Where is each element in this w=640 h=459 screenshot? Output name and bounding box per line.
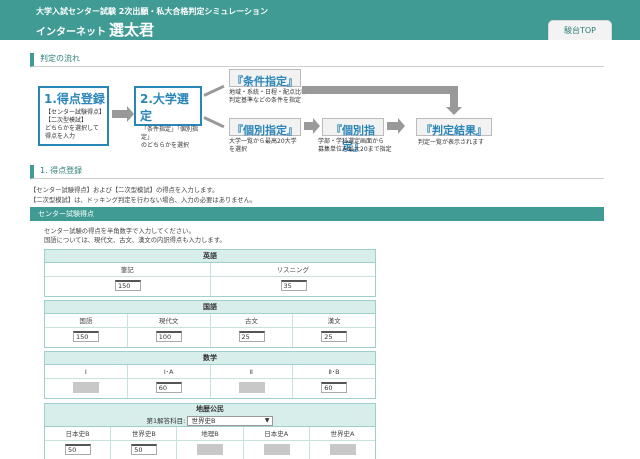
classical-japanese-input[interactable]: 25	[238, 331, 265, 342]
flow-arrow-head	[446, 107, 462, 115]
step1-line: 得点を入力	[45, 133, 76, 140]
classical-chinese-input[interactable]: 25	[321, 331, 348, 342]
individual-spec2-line: 学部・学科選定画面から	[318, 138, 385, 145]
world-history-a-label: 世界史A	[309, 427, 375, 441]
flow-arrow-head	[398, 118, 405, 134]
japanese-total-input[interactable]: 150	[73, 331, 99, 342]
flow-arrow-down	[450, 86, 458, 108]
geography-b-label: 地理B	[177, 427, 243, 441]
classical-japanese-label: 古文	[210, 314, 293, 328]
japanese-history-a-input	[263, 444, 290, 455]
social-studies-table: 地歴公民 第1解答科目: 世界史B ▼ 日本史B 50 世界史B 50 地理B 日本史…	[44, 403, 376, 459]
first-subject-label: 第1解答科目:	[146, 417, 186, 425]
english-writing-input[interactable]: 150	[115, 280, 141, 291]
math-1-input	[73, 382, 99, 393]
english-writing-col: 筆記 150	[45, 263, 211, 296]
classical-chinese-label: 漢文	[293, 314, 375, 328]
flow-arrow-head	[127, 106, 134, 122]
step2-text: 「条件指定」「個別指定」 のどちらかを選択	[141, 126, 200, 150]
social-caption: 地歴公民	[45, 404, 375, 415]
flow-arrow-long	[302, 86, 458, 94]
instruction-1: センター試験の得点を半角数字で入力してください。	[44, 228, 195, 235]
japanese-caption: 国語	[45, 301, 375, 314]
first-subject-select[interactable]: 世界史B ▼	[187, 416, 274, 426]
result-line: 判定一覧が表示されます	[418, 139, 485, 146]
japanese-history-a-label: 日本史A	[243, 427, 309, 441]
app-header: 大学入試センター試験 2次出願・私大合格判定シミュレーション インターネット 選太…	[0, 0, 640, 40]
english-table: 英語 筆記 150 リスニング 35	[44, 249, 376, 297]
step2-title: 2.大学選定	[140, 92, 189, 123]
english-listening-label: リスニング	[210, 263, 375, 277]
japanese-total-label: 国語	[45, 314, 127, 328]
modern-japanese-input[interactable]: 100	[155, 331, 182, 342]
english-caption: 英語	[45, 250, 375, 263]
individual-spec2-box: 『個別指定』	[322, 118, 384, 153]
math-1-label: Ⅰ	[45, 365, 127, 379]
step-score-entry: 1.得点登録 【センター試験得点】 【二次型模試】 どちらかを選択して 得点を入…	[38, 86, 109, 146]
step1-line: 【二次型模試】	[45, 117, 88, 124]
result-title: 『判定結果』	[421, 124, 487, 137]
japanese-history-b-label: 日本史B	[45, 427, 111, 441]
math-table: 数学 Ⅰ Ⅰ･A 60 Ⅱ Ⅱ･B 60	[44, 351, 376, 399]
japanese-table: 国語 国語 150 現代文 100 古文 25 漢文 25	[44, 300, 376, 348]
flow-arrow	[112, 110, 128, 118]
flow-heading: 判定の流れ	[30, 53, 604, 67]
world-history-b-label: 世界史B	[111, 427, 177, 441]
step1-line: どちらかを選択して	[45, 125, 99, 132]
app-title: インターネット 選太君	[36, 19, 154, 40]
branch-arrow-down	[203, 116, 225, 129]
math-2-label: Ⅱ	[210, 365, 293, 379]
math-2-input	[238, 382, 265, 393]
condition-spec-box: 『条件指定』	[229, 69, 301, 88]
condition-spec-line: 判定基準などの条件を指定	[229, 97, 302, 104]
world-history-b-input[interactable]: 50	[131, 444, 158, 455]
score-note-2: 【二次型模試】は、ドッキング判定を行わない場合、入力の必要はありません。	[30, 197, 257, 204]
japanese-history-b-input[interactable]: 50	[65, 444, 91, 455]
individual-spec-title: 『個別指定』	[232, 124, 298, 137]
english-listening-input[interactable]: 35	[280, 280, 307, 291]
instruction-2: 国語については、現代文、古文、漢文の内訳得点も入力します。	[44, 237, 226, 244]
step1-title: 1.得点登録	[44, 92, 105, 106]
math-2b-input[interactable]: 60	[321, 382, 348, 393]
first-subject-row: 第1解答科目: 世界史B ▼	[45, 415, 375, 427]
step2-line: のどちらかを選択	[141, 142, 190, 149]
individual-spec2-text: 学部・学科選定画面から 募集単位を最大20まで指定	[318, 138, 400, 154]
math-1a-label: Ⅰ･A	[127, 365, 210, 379]
individual-spec-text: 大学一覧から最高20大学 を選択	[229, 138, 319, 154]
individual-spec-line: を選択	[229, 146, 248, 153]
score-entry-heading: 1. 得点登録	[30, 165, 604, 179]
score-note-1: 【センター試験得点】および【二次型模試】の得点を入力します。	[30, 187, 219, 194]
title-main: 選太君	[109, 21, 155, 39]
geography-b-input	[197, 444, 224, 455]
world-history-a-input	[329, 444, 356, 455]
result-text: 判定一覧が表示されます	[418, 139, 508, 147]
step-university-selection: 2.大学選定 「条件指定」「個別指定」 のどちらかを選択	[134, 86, 202, 149]
english-listening-col: リスニング 35	[210, 263, 375, 296]
first-subject-value: 世界史B	[191, 417, 216, 425]
center-exam-band: センター試験得点	[30, 207, 604, 221]
sundai-top-link[interactable]: 駿台TOP	[548, 20, 612, 40]
result-box: 『判定結果』	[416, 118, 492, 137]
condition-spec-title: 『条件指定』	[232, 75, 298, 88]
chevron-down-icon: ▼	[264, 417, 270, 424]
english-writing-label: 筆記	[45, 263, 210, 277]
math-caption: 数学	[45, 352, 375, 365]
individual-spec-line: 大学一覧から最高20大学	[229, 138, 297, 145]
math-1a-input[interactable]: 60	[155, 382, 182, 393]
branch-arrow-up	[203, 84, 225, 97]
step1-line: 【センター試験得点】	[45, 109, 106, 116]
flow-arrow-head	[313, 118, 320, 134]
math-2b-label: Ⅱ･B	[293, 365, 375, 379]
individual-spec-box: 『個別指定』	[229, 118, 301, 137]
header-subtitle: 大学入試センター試験 2次出願・私大合格判定シミュレーション	[36, 7, 269, 16]
title-prefix: インターネット	[36, 27, 106, 38]
modern-japanese-label: 現代文	[127, 314, 210, 328]
step2-line: 「条件指定」「個別指定」	[141, 126, 199, 141]
step1-text: 【センター試験得点】 【二次型模試】 どちらかを選択して 得点を入力	[45, 109, 107, 141]
individual-spec2-line: 募集単位を最大20まで指定	[318, 146, 392, 153]
